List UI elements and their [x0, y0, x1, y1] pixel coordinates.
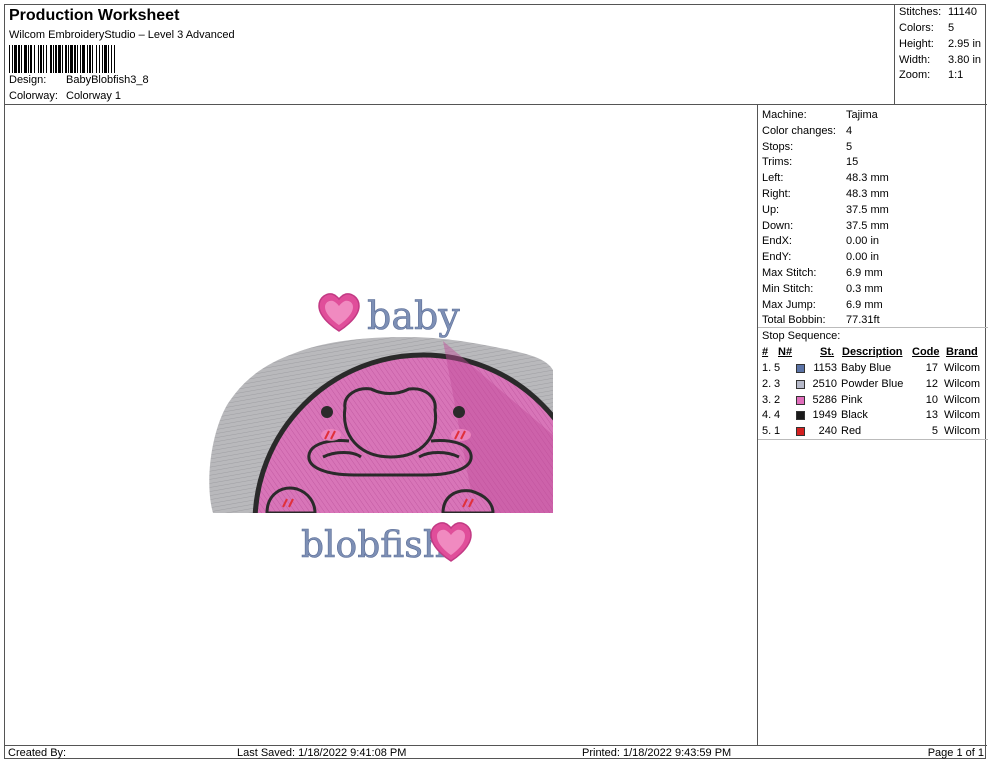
- machine-info-row: EndY: 0.00 in: [762, 251, 880, 264]
- machine-info-row: Down: 37.5 mm: [762, 219, 889, 232]
- cell-num: 3.: [762, 393, 772, 406]
- column-header-st: St.: [820, 346, 835, 358]
- cell-brand: Wilcom: [944, 377, 981, 390]
- stat-stitches: Stitches: 11140: [899, 6, 977, 18]
- cell-st: 2510: [812, 377, 837, 390]
- cell-st: 1153: [813, 362, 837, 374]
- column-header-desc: Description: [842, 346, 903, 358]
- page-title: Production Worksheet: [9, 7, 180, 24]
- design-name-row: Design: BabyBlobfish3_8: [9, 74, 149, 86]
- cell-n: 3: [774, 377, 781, 390]
- artwork-top-text: baby: [367, 294, 460, 338]
- color-swatch: [796, 427, 805, 437]
- created-by: Created By:: [8, 747, 67, 759]
- cell-num: 4.: [762, 409, 772, 422]
- artwork-bottom-text: blobfish: [301, 525, 446, 566]
- cell-code: 10: [925, 393, 938, 406]
- cell-code: 17: [925, 362, 938, 374]
- stop-sequence-row: 4. 4 1949 Black 13 Wilcom: [762, 408, 984, 423]
- cell-code: 13: [925, 409, 938, 422]
- machine-info-row: EndX: 0.00 in: [762, 235, 880, 248]
- machine-info-row: Left: 48.3 mm: [762, 172, 889, 185]
- stop-sequence-row: 5. 1 240 Red 5 Wilcom: [762, 424, 984, 439]
- page-number: Page 1 of 1: [927, 747, 984, 759]
- machine-info-row: Up: 37.5 mm: [762, 203, 889, 216]
- cell-code: 5: [931, 425, 938, 438]
- colorway-row: Colorway: Colorway 1: [9, 90, 121, 102]
- machine-info-row: Stops: 5: [762, 140, 853, 153]
- worksheet-frame: Production Worksheet Wilcom EmbroiderySt…: [4, 4, 988, 760]
- cell-desc: Pink: [841, 393, 863, 406]
- cell-code: 12: [925, 377, 938, 390]
- stat-zoom: Zoom: 1:1: [899, 69, 964, 81]
- cell-num: 5.: [762, 425, 772, 438]
- stop-sequence-row: 3. 2 5286 Pink 10 Wilcom: [762, 393, 984, 408]
- stat-colors: Colors: 5: [899, 22, 955, 34]
- blobfish-figure: [209, 337, 553, 513]
- cell-st: 240: [818, 425, 837, 438]
- color-swatch: [796, 364, 805, 373]
- divider: [758, 327, 988, 328]
- machine-info-row: Trims: 15: [762, 156, 859, 169]
- cell-brand: Wilcom: [944, 362, 981, 374]
- stat-width: Width: 3.80 in: [899, 54, 982, 66]
- worksheet-footer: Created By: Last Saved: 1/18/2022 9:41:0…: [5, 745, 987, 760]
- column-header-code: Code: [912, 346, 940, 358]
- stat-height: Height: 2.95 in: [899, 38, 982, 50]
- column-header-n: N#: [778, 346, 793, 358]
- cell-brand: Wilcom: [944, 409, 981, 422]
- cell-desc: Red: [841, 425, 862, 438]
- stop-sequence-row: 2. 3 2510 Powder Blue 12 Wilcom: [762, 377, 984, 392]
- color-swatch: [796, 395, 805, 405]
- last-saved: Last Saved: 1/18/2022 9:41:08 PM: [237, 747, 407, 759]
- design-value: BabyBlobfish3_8: [66, 74, 149, 86]
- worksheet-header: Production Worksheet Wilcom EmbroiderySt…: [5, 5, 895, 105]
- color-swatch: [796, 379, 805, 389]
- machine-info-row: Min Stitch: 0.3 mm: [762, 282, 883, 295]
- machine-info-row: Machine: Tajima: [762, 109, 878, 121]
- column-header-num: #: [762, 346, 769, 358]
- software-name: Wilcom EmbroideryStudio – Level 3 Advanc…: [9, 29, 235, 41]
- cell-desc: Powder Blue: [841, 377, 904, 390]
- divider: [758, 439, 988, 440]
- blobfish-body: [252, 352, 553, 513]
- embroidery-artwork: baby blobfish: [209, 293, 553, 566]
- cell-n: 1: [774, 425, 781, 438]
- column-header-brand: Brand: [946, 346, 978, 358]
- barcode-bar: [115, 45, 116, 73]
- cell-desc: Baby Blue: [841, 362, 892, 374]
- color-swatch: [796, 411, 805, 421]
- machine-info-row: Color changes: 4: [762, 124, 853, 137]
- stats-panel: Stitches: 11140 Colors: 5 Height: 2.95 in W…: [895, 5, 987, 105]
- machine-info-row: Right: 48.3 mm: [762, 188, 889, 200]
- stop-sequence-header: # N# St. Description Code Brand: [762, 345, 984, 360]
- cell-desc: Black: [841, 409, 868, 422]
- heart-icon-top: [318, 293, 360, 332]
- cell-n: 4: [774, 409, 781, 422]
- cell-brand: Wilcom: [944, 425, 981, 438]
- machine-info-panel: Machine: Tajima Color changes: 4 Stops: 5 Trim…: [757, 105, 988, 746]
- cell-st: 1949: [812, 409, 837, 422]
- cell-st: 5286: [812, 393, 837, 406]
- blobfish-eye-left: [321, 406, 333, 418]
- printed-date: Printed: 1/18/2022 9:43:59 PM: [582, 747, 732, 759]
- stop-sequence-row: 1. 5 1153 Baby Blue 17 Wilcom: [762, 361, 984, 376]
- design-label: Design:: [9, 74, 47, 86]
- cell-n: 2: [774, 393, 781, 406]
- barcode: [9, 45, 225, 73]
- cell-n: 5: [774, 362, 781, 374]
- cell-brand: Wilcom: [944, 393, 981, 406]
- cell-num: 1.: [762, 362, 772, 374]
- colorway-label: Colorway:: [9, 90, 58, 102]
- machine-info-row: Max Stitch: 6.9 mm: [762, 267, 883, 279]
- blobfish-eye-right: [453, 406, 465, 418]
- cell-num: 2.: [762, 377, 772, 390]
- stop-sequence-title: Stop Sequence:: [762, 330, 841, 342]
- design-preview: baby blobfish: [5, 105, 757, 746]
- colorway-value: Colorway 1: [66, 90, 122, 102]
- machine-info-row: Max Jump: 6.9 mm: [762, 298, 883, 311]
